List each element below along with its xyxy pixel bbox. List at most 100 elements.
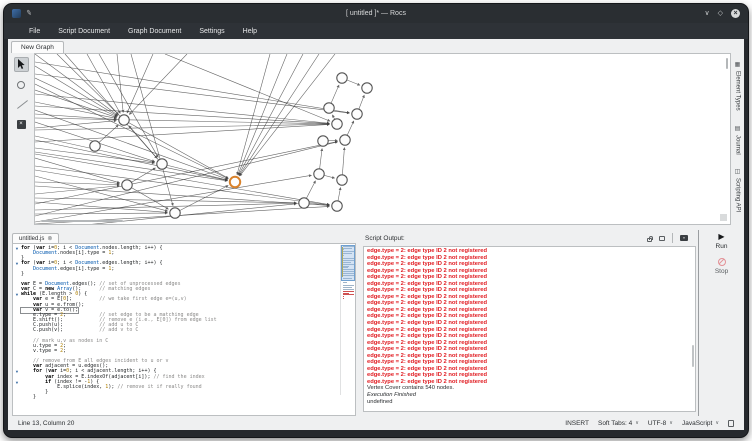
graph-node[interactable] bbox=[332, 119, 342, 129]
menubar: File Script Document Graph Document Setting… bbox=[4, 23, 748, 39]
tab-close-icon[interactable]: ⊗ bbox=[47, 235, 52, 242]
graph-edge bbox=[35, 142, 337, 204]
graph-edge bbox=[35, 170, 119, 184]
maximize-button[interactable]: ◇ bbox=[718, 9, 723, 18]
graph-edge bbox=[35, 182, 119, 185]
sidetab-journal[interactable]: ▤Journal bbox=[734, 125, 741, 155]
code-text: v.type = 2; bbox=[21, 349, 66, 354]
chevron-down-icon: ∨ bbox=[635, 420, 639, 426]
export-output-icon[interactable] bbox=[659, 236, 665, 241]
output-scrollbar[interactable] bbox=[692, 345, 695, 367]
menu-item-file[interactable]: File bbox=[22, 26, 47, 37]
execution-controls: ▶ Run Stop bbox=[698, 230, 744, 416]
graph-node[interactable] bbox=[314, 169, 324, 179]
cursor-position: Line 13, Column 20 bbox=[18, 420, 565, 427]
lock-output-icon[interactable] bbox=[647, 238, 652, 242]
window-title: [ untitled ]* — Rocs bbox=[122, 10, 630, 17]
status-label: JavaScript bbox=[682, 420, 712, 427]
tab-new-graph[interactable]: New Graph bbox=[11, 41, 64, 53]
code-text: E.splice(index, 1); // remove it if real… bbox=[21, 385, 202, 390]
status-label: INSERT bbox=[565, 420, 589, 427]
graph-edge bbox=[35, 62, 349, 113]
graph-node[interactable] bbox=[170, 208, 180, 218]
app-icon bbox=[12, 9, 21, 18]
graph-tabbar: New Graph bbox=[8, 39, 744, 53]
run-icon: ▶ bbox=[718, 233, 724, 241]
graph-node[interactable] bbox=[122, 180, 132, 190]
editor-minimap[interactable] bbox=[340, 245, 354, 395]
graph-edge bbox=[35, 54, 118, 115]
debug-console-icon[interactable]: » bbox=[680, 235, 688, 241]
menu-item-settings[interactable]: Settings bbox=[192, 26, 231, 37]
sidetab-scripting-api[interactable]: ◫Scripting API bbox=[734, 168, 741, 212]
minimap-viewport[interactable] bbox=[341, 245, 355, 281]
stop-button[interactable]: Stop bbox=[715, 258, 728, 275]
cursor-icon bbox=[16, 59, 26, 70]
journal-icon: ▤ bbox=[734, 125, 741, 132]
graph-node[interactable] bbox=[352, 109, 362, 119]
graph-edge bbox=[35, 140, 227, 180]
graph-node[interactable] bbox=[90, 141, 100, 151]
graph-edge bbox=[35, 213, 167, 214]
graph-node[interactable] bbox=[299, 198, 309, 208]
minimize-button[interactable]: ∨ bbox=[704, 9, 709, 18]
add-edge-tool-button[interactable] bbox=[14, 97, 29, 112]
add-node-tool-button[interactable] bbox=[14, 77, 29, 92]
graph-edge bbox=[239, 54, 319, 176]
sidetab-element-types[interactable]: ▦Element Types bbox=[734, 61, 741, 111]
code-editor-pane: untitled.js ⊗ ▼for (var i=0; i < Documen… bbox=[8, 230, 356, 416]
graph-node[interactable] bbox=[362, 83, 372, 93]
menu-item-graph-document[interactable]: Graph Document bbox=[121, 26, 188, 37]
code-text: C.push(v); // add v to C bbox=[21, 328, 138, 333]
sidetab-label: Element Types bbox=[735, 71, 741, 111]
graph-node[interactable] bbox=[337, 73, 347, 83]
status-javascript[interactable]: JavaScript∨ bbox=[682, 420, 719, 427]
canvas-vscrollbar[interactable] bbox=[726, 58, 728, 69]
run-label: Run bbox=[716, 243, 728, 250]
script-output-label: Script Output: bbox=[365, 235, 647, 242]
chevron-down-icon: ∨ bbox=[715, 420, 719, 426]
tab-untitled-js[interactable]: untitled.js ⊗ bbox=[12, 233, 59, 243]
graph-edge bbox=[239, 54, 303, 175]
graph-edge bbox=[165, 54, 330, 121]
close-button[interactable]: × bbox=[731, 9, 740, 18]
menu-item-help[interactable]: Help bbox=[236, 26, 264, 37]
menu-item-script-document[interactable]: Script Document bbox=[51, 26, 117, 37]
status-soft-tabs-4[interactable]: Soft Tabs: 4∨ bbox=[598, 420, 639, 427]
document-icon[interactable] bbox=[728, 420, 734, 427]
graph-node[interactable] bbox=[340, 135, 350, 145]
fold-marker bbox=[13, 395, 21, 400]
graph-edge bbox=[35, 142, 338, 216]
graph-edge bbox=[35, 110, 228, 179]
graph-node[interactable] bbox=[324, 103, 334, 113]
graph-node[interactable] bbox=[337, 175, 347, 185]
minimap-line bbox=[343, 282, 347, 283]
graph-edge bbox=[87, 54, 120, 113]
graph-canvas[interactable] bbox=[34, 53, 731, 225]
titlebar[interactable]: ✎ [ untitled ]* — Rocs ∨ ◇ × bbox=[4, 4, 748, 23]
modified-pencil-icon: ✎ bbox=[25, 10, 32, 18]
minimap-line bbox=[343, 294, 354, 295]
canvas-resize-corner bbox=[720, 214, 727, 221]
graph-edge bbox=[99, 54, 158, 157]
graph-node[interactable] bbox=[318, 136, 328, 146]
code-line[interactable]: } bbox=[13, 395, 355, 400]
graph-node[interactable] bbox=[332, 201, 342, 211]
stop-label: Stop bbox=[715, 268, 728, 275]
status-utf-8[interactable]: UTF-8∨ bbox=[648, 420, 673, 427]
code-text: Document.nodes[i].type = 1; bbox=[21, 251, 114, 256]
editor-tab-label: untitled.js bbox=[19, 236, 44, 242]
graph-edge bbox=[57, 54, 119, 115]
scripting-api-icon: ◫ bbox=[734, 168, 741, 175]
graph-node[interactable] bbox=[119, 115, 129, 125]
code-editor[interactable]: ▼for (var i=0; i < Document.nodes.length… bbox=[12, 243, 356, 416]
graph-node[interactable] bbox=[157, 159, 167, 169]
status-insert[interactable]: INSERT bbox=[565, 420, 589, 427]
select-tool-button[interactable] bbox=[14, 57, 29, 72]
delete-tool-button[interactable]: × bbox=[14, 117, 29, 132]
graph-node-selected[interactable] bbox=[230, 177, 240, 187]
run-button[interactable]: ▶ Run bbox=[716, 233, 728, 250]
canvas-hscrollbar[interactable] bbox=[41, 220, 123, 222]
circle-icon bbox=[17, 81, 25, 89]
script-output-console[interactable]: edge.type = 2: edge type ID 2 not regist… bbox=[363, 246, 696, 412]
